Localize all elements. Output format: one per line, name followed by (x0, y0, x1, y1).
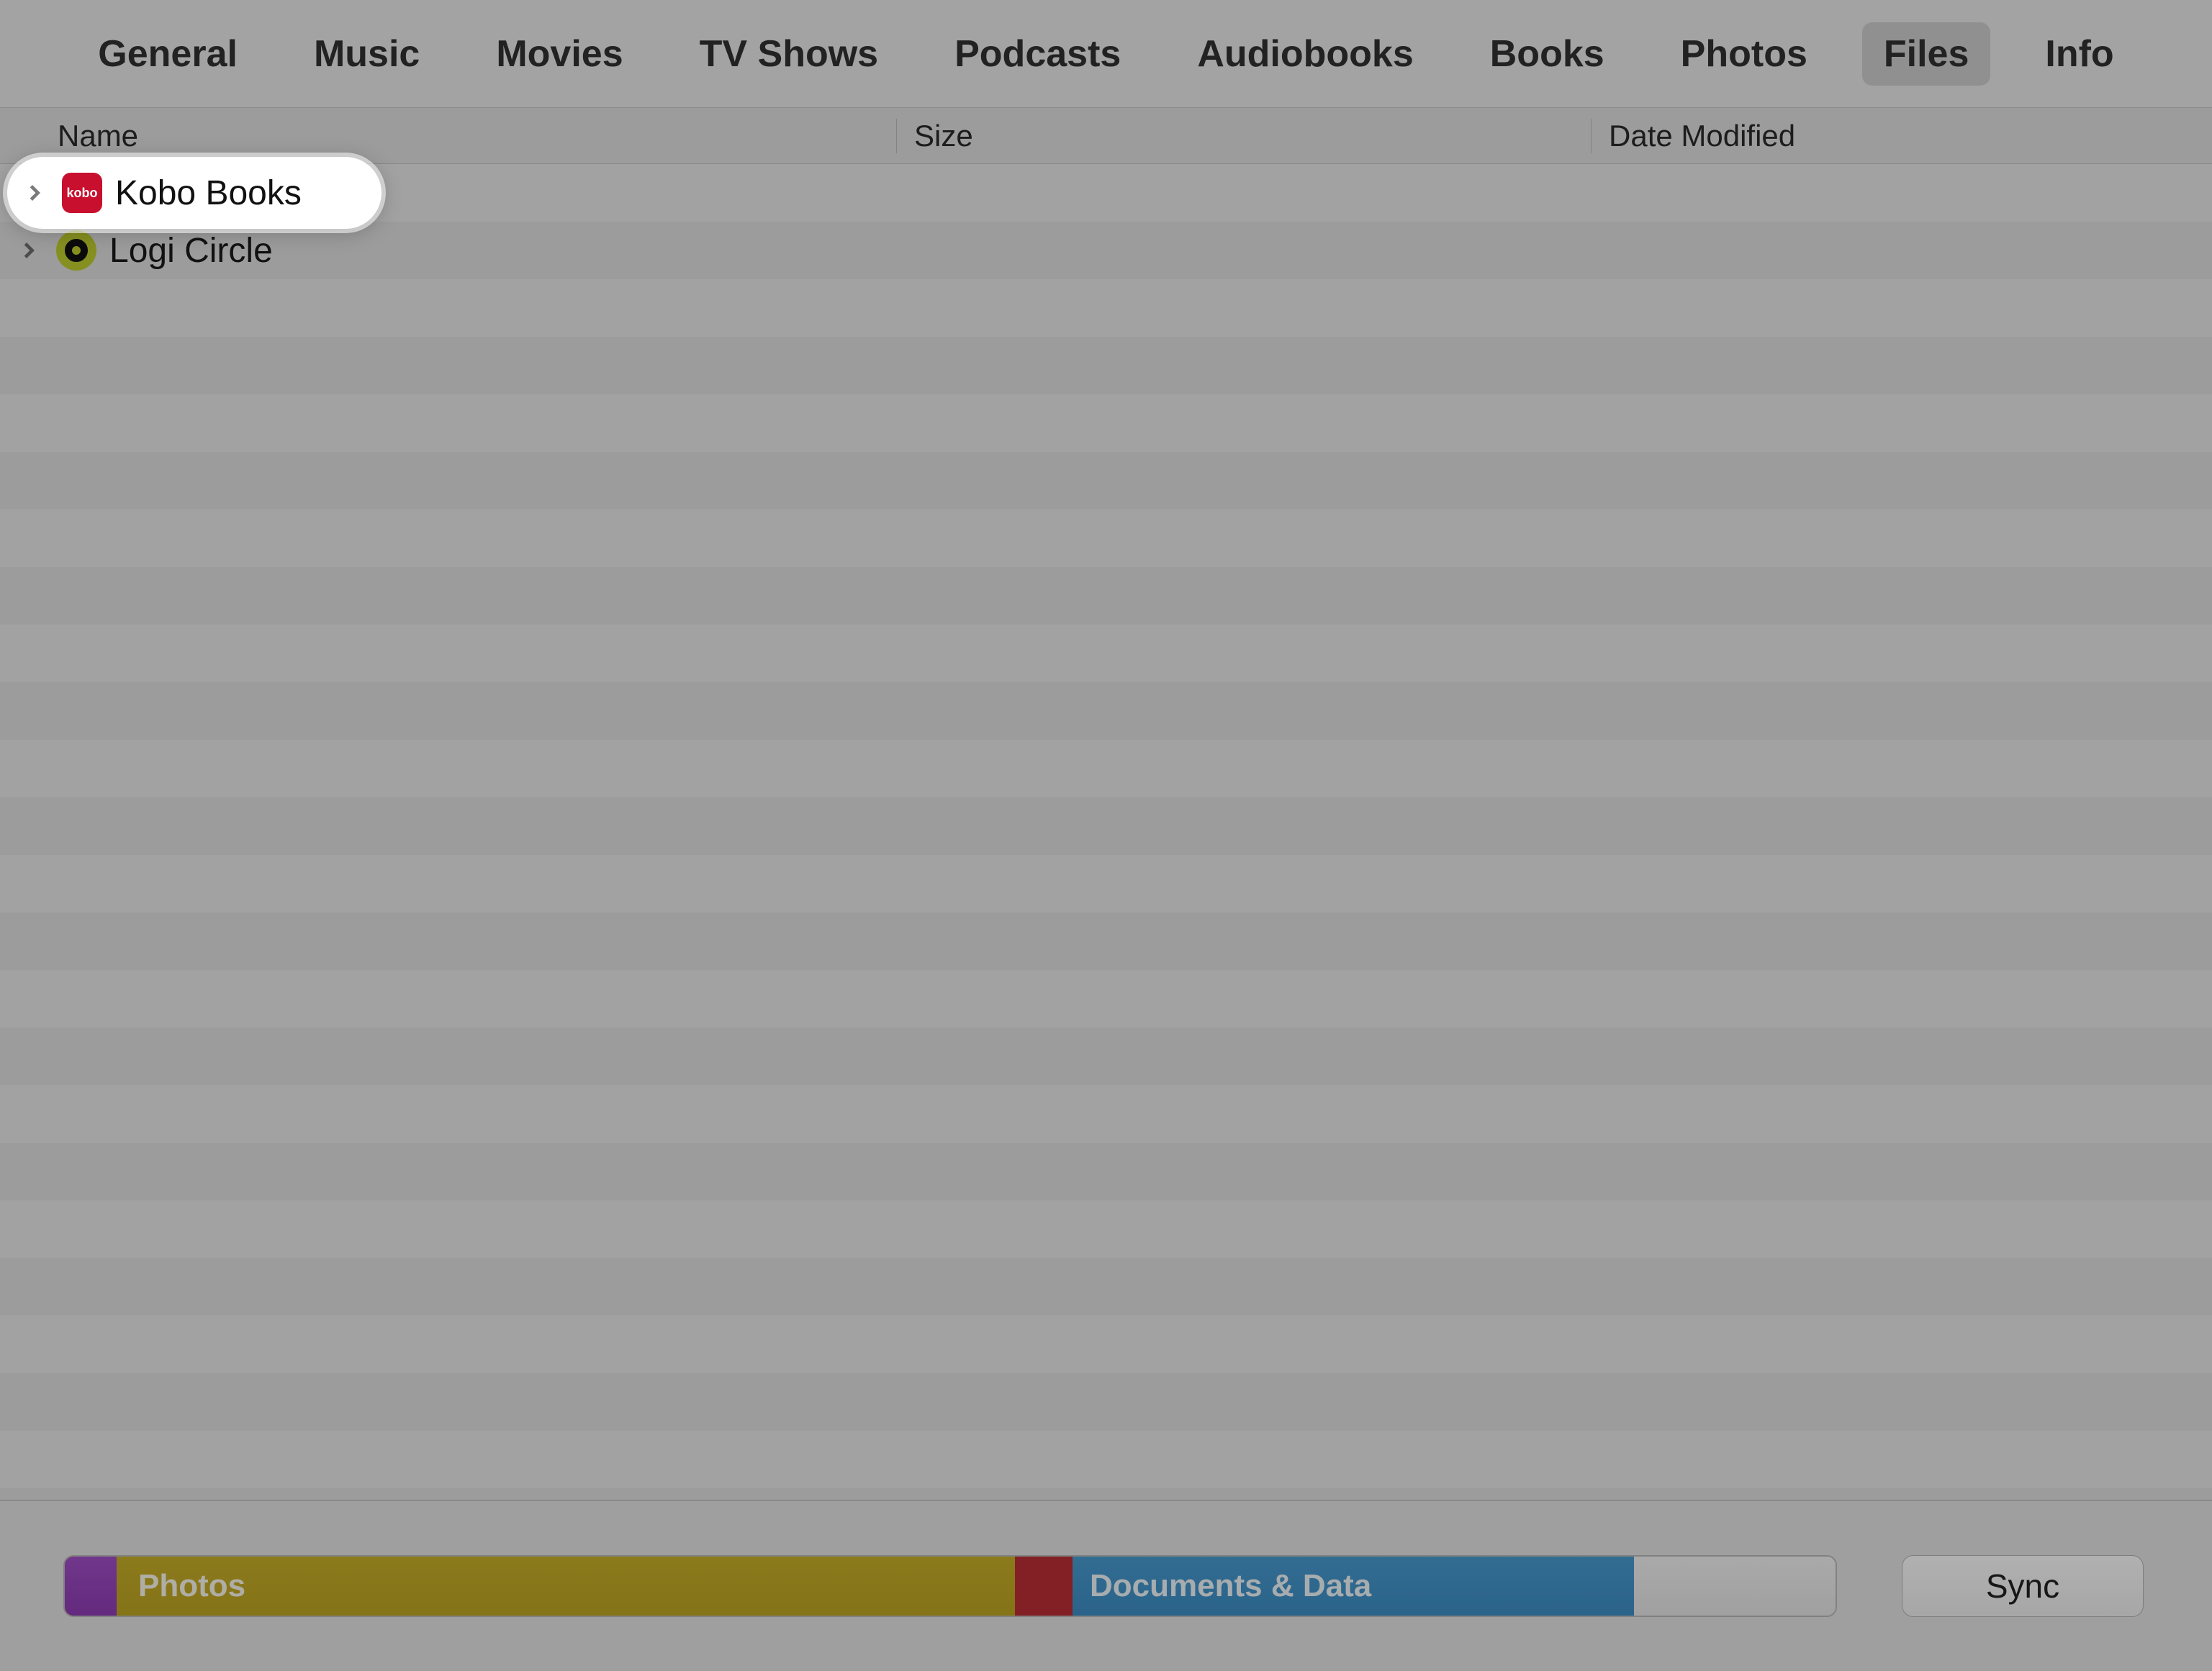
empty-row (0, 1258, 2212, 1315)
storage-segment-photos: Photos (65, 1557, 1015, 1616)
storage-segment-free (1634, 1557, 1836, 1616)
device-tabs: General Music Movies TV Shows Podcasts A… (0, 0, 2212, 108)
storage-label-documents: Documents & Data (1090, 1568, 1371, 1604)
tab-photos[interactable]: Photos (1659, 22, 1829, 86)
empty-row (0, 1373, 2212, 1431)
tab-books[interactable]: Books (1468, 22, 1626, 86)
empty-row (0, 337, 2212, 394)
column-header-name[interactable]: Name (0, 119, 896, 153)
footer-bar: Photos Documents & Data Sync (0, 1500, 2212, 1671)
empty-row (0, 1085, 2212, 1143)
empty-row (0, 567, 2212, 625)
column-header-size[interactable]: Size (896, 119, 1591, 153)
column-header-date-modified[interactable]: Date Modified (1591, 119, 2212, 153)
tab-movies[interactable]: Movies (474, 22, 644, 86)
file-row[interactable]: kobo Kobo Books (0, 164, 2212, 222)
empty-row (0, 625, 2212, 682)
chevron-right-icon[interactable] (14, 178, 43, 207)
empty-row (0, 1200, 2212, 1258)
empty-row (0, 510, 2212, 567)
empty-row (0, 1431, 2212, 1488)
empty-row (0, 394, 2212, 452)
file-name: Logi Circle (109, 231, 273, 271)
sync-button[interactable]: Sync (1902, 1555, 2144, 1617)
file-column-headers: Name Size Date Modified (0, 108, 2212, 164)
app-icon-logi (56, 230, 96, 271)
empty-row (0, 797, 2212, 855)
empty-row (0, 682, 2212, 740)
storage-usage-bar: Photos Documents & Data (63, 1555, 1837, 1617)
tab-music[interactable]: Music (292, 22, 441, 86)
empty-row (0, 970, 2212, 1028)
tab-files[interactable]: Files (1862, 22, 1991, 86)
storage-label-photos: Photos (138, 1568, 245, 1604)
empty-row (0, 452, 2212, 510)
tab-tv-shows[interactable]: TV Shows (678, 22, 900, 86)
file-row[interactable]: Logi Circle (0, 222, 2212, 279)
tab-info[interactable]: Info (2023, 22, 2135, 86)
empty-row (0, 740, 2212, 797)
tab-podcasts[interactable]: Podcasts (933, 22, 1142, 86)
empty-row (0, 279, 2212, 337)
empty-row (0, 855, 2212, 913)
empty-row (0, 913, 2212, 970)
file-name: Kobo Books (109, 173, 296, 213)
empty-row (0, 1143, 2212, 1200)
file-list: kobo Kobo Books Logi Circle (0, 164, 2212, 1546)
storage-segment-apps (1015, 1557, 1073, 1616)
storage-segment-documents: Documents & Data (1073, 1557, 1634, 1616)
empty-row (0, 1028, 2212, 1085)
tab-general[interactable]: General (76, 22, 259, 86)
tab-audiobooks[interactable]: Audiobooks (1175, 22, 1435, 86)
empty-row (0, 1315, 2212, 1373)
app-icon-kobo: kobo (56, 173, 96, 213)
chevron-right-icon[interactable] (14, 236, 43, 265)
